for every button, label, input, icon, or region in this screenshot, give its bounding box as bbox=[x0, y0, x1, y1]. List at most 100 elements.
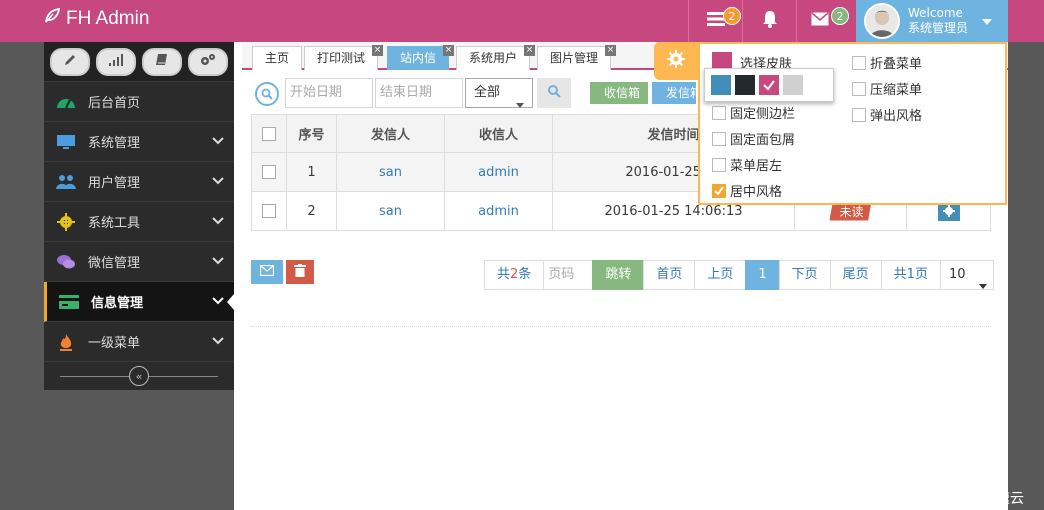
outbox-tag[interactable]: 发信箱 bbox=[652, 82, 696, 104]
send-message-button[interactable] bbox=[251, 260, 283, 284]
messages-badge: 2 bbox=[831, 7, 849, 25]
center-style-checkbox[interactable] bbox=[712, 183, 726, 198]
search-icon[interactable] bbox=[255, 82, 279, 106]
close-icon[interactable]: × bbox=[372, 45, 384, 56]
total-count: 共2条 bbox=[484, 260, 545, 290]
credit-card-icon bbox=[47, 294, 91, 309]
settings-toggle-button[interactable] bbox=[654, 42, 698, 80]
receiver-link[interactable]: admin bbox=[478, 204, 519, 219]
tasks-icon bbox=[706, 12, 725, 30]
sidebar-item-home[interactable]: 后台首页 bbox=[44, 82, 234, 122]
users-icon bbox=[44, 174, 88, 190]
sidebar-item-info[interactable]: 信息管理 bbox=[44, 282, 234, 322]
fold-menu-option[interactable]: 折叠菜单 bbox=[852, 53, 922, 72]
chevron-down-icon bbox=[212, 174, 224, 189]
menu-left-option[interactable]: 菜单居左 bbox=[712, 155, 782, 174]
fixed-breadcrumb-option[interactable]: 固定面包屑 bbox=[712, 129, 795, 148]
skin-swatch-blue[interactable] bbox=[711, 75, 731, 95]
shortcut-pencil-button[interactable] bbox=[50, 47, 90, 76]
select-all-cell[interactable] bbox=[251, 114, 287, 153]
cog-icon bbox=[44, 212, 88, 231]
sidebar-item-label: 信息管理 bbox=[91, 296, 144, 311]
first-page-button[interactable]: 首页 bbox=[643, 260, 696, 290]
brand-title: FH Admin bbox=[66, 8, 150, 29]
type-select[interactable]: 全部 bbox=[465, 78, 533, 108]
type-select-value: 全部 bbox=[474, 85, 501, 100]
tab-image-management[interactable]: 图片管理 × bbox=[537, 45, 617, 70]
chevron-down-icon bbox=[212, 334, 224, 349]
column-header: 发信人 bbox=[336, 114, 445, 153]
user-menu[interactable]: Welcome 系统管理员 bbox=[856, 0, 1008, 42]
jump-button[interactable]: 跳转 bbox=[592, 260, 645, 290]
close-icon[interactable]: × bbox=[524, 45, 536, 56]
fixed-breadcrumb-checkbox[interactable] bbox=[712, 131, 726, 146]
option-label: 菜单居左 bbox=[730, 159, 783, 174]
page-number-input[interactable]: 页码 bbox=[543, 260, 594, 290]
select-all-checkbox[interactable] bbox=[262, 126, 276, 141]
tab-home[interactable]: 主页 bbox=[252, 46, 303, 70]
delete-selected-button[interactable] bbox=[286, 260, 314, 284]
sidebar-item-wechat[interactable]: 微信管理 bbox=[44, 242, 234, 282]
sidebar-collapse-toggle[interactable]: « bbox=[44, 362, 234, 390]
chevron-down-icon bbox=[212, 254, 224, 269]
row-checkbox[interactable] bbox=[262, 204, 276, 218]
center-style-option[interactable]: 居中风格 bbox=[712, 181, 782, 200]
next-page-button[interactable]: 下页 bbox=[778, 260, 831, 290]
search-icon bbox=[547, 84, 561, 102]
fixed-sidebar-option[interactable]: 固定侧边栏 bbox=[712, 103, 795, 122]
tab-label: 系统用户 bbox=[469, 51, 518, 65]
tab-system-users[interactable]: 系统用户 × bbox=[456, 45, 536, 70]
total-pages: 共1页 bbox=[880, 260, 941, 290]
compress-menu-checkbox[interactable] bbox=[852, 81, 866, 96]
pencil-icon bbox=[63, 53, 77, 71]
start-date-input[interactable]: 开始日期 bbox=[285, 78, 373, 108]
row-checkbox[interactable] bbox=[262, 165, 276, 179]
prev-page-button[interactable]: 上页 bbox=[694, 260, 747, 290]
trash-icon bbox=[294, 263, 306, 281]
sidebar-menu: 后台首页 系统管理 用户管理 系统工具 微信管理 信息管理 一级菜单 bbox=[44, 82, 234, 362]
sidebar-item-system[interactable]: 系统管理 bbox=[44, 122, 234, 162]
envelope-icon bbox=[259, 264, 275, 280]
search-button[interactable] bbox=[537, 78, 571, 108]
tab-internal-mail[interactable]: 站内信 × bbox=[387, 45, 455, 70]
cloud-logo-icon bbox=[953, 488, 979, 508]
page-size-select[interactable]: 10 bbox=[939, 260, 994, 290]
tab-label: 主页 bbox=[265, 51, 290, 65]
inbox-tag[interactable]: 收信箱 bbox=[590, 82, 649, 104]
sidebar-item-users[interactable]: 用户管理 bbox=[44, 162, 234, 202]
last-page-button[interactable]: 尾页 bbox=[829, 260, 882, 290]
compress-menu-option[interactable]: 压缩菜单 bbox=[852, 79, 922, 98]
skin-swatch-light[interactable] bbox=[783, 75, 803, 95]
sidebar-item-level1-menu[interactable]: 一级菜单 bbox=[44, 322, 234, 362]
inbox-label: 收信箱 bbox=[604, 86, 641, 100]
comments-icon bbox=[44, 254, 88, 270]
sender-link[interactable]: san bbox=[379, 204, 402, 219]
shortcut-book-button[interactable] bbox=[142, 47, 182, 76]
shortcut-cogs-button[interactable] bbox=[188, 47, 228, 76]
tab-print-test[interactable]: 打印测试 × bbox=[304, 45, 384, 70]
close-icon[interactable]: × bbox=[443, 45, 455, 56]
current-page[interactable]: 1 bbox=[745, 260, 780, 290]
close-icon[interactable]: × bbox=[605, 45, 617, 56]
sender-link[interactable]: san bbox=[379, 165, 402, 180]
tab-label: 站内信 bbox=[400, 51, 437, 65]
desktop-icon bbox=[44, 134, 88, 150]
popup-style-option[interactable]: 弹出风格 bbox=[852, 105, 922, 124]
sidebar-item-tools[interactable]: 系统工具 bbox=[44, 202, 234, 242]
fixed-sidebar-checkbox[interactable] bbox=[712, 105, 726, 120]
chevron-down-icon bbox=[212, 214, 224, 229]
fold-menu-checkbox[interactable] bbox=[852, 55, 866, 70]
notifications-button[interactable] bbox=[742, 0, 796, 42]
divider bbox=[251, 326, 991, 327]
skin-swatch-pink[interactable] bbox=[759, 75, 779, 95]
popup-style-checkbox[interactable] bbox=[852, 107, 866, 122]
messages-button[interactable]: 2 bbox=[796, 0, 856, 42]
end-date-input[interactable]: 结束日期 bbox=[375, 78, 463, 108]
receiver-link[interactable]: admin bbox=[478, 165, 519, 180]
brand[interactable]: FH Admin bbox=[44, 7, 150, 30]
tasks-button[interactable]: 2 bbox=[688, 0, 742, 42]
cogs-icon bbox=[200, 53, 216, 71]
menu-left-checkbox[interactable] bbox=[712, 157, 726, 172]
shortcut-signal-button[interactable] bbox=[96, 47, 136, 76]
skin-swatch-dark[interactable] bbox=[735, 75, 755, 95]
